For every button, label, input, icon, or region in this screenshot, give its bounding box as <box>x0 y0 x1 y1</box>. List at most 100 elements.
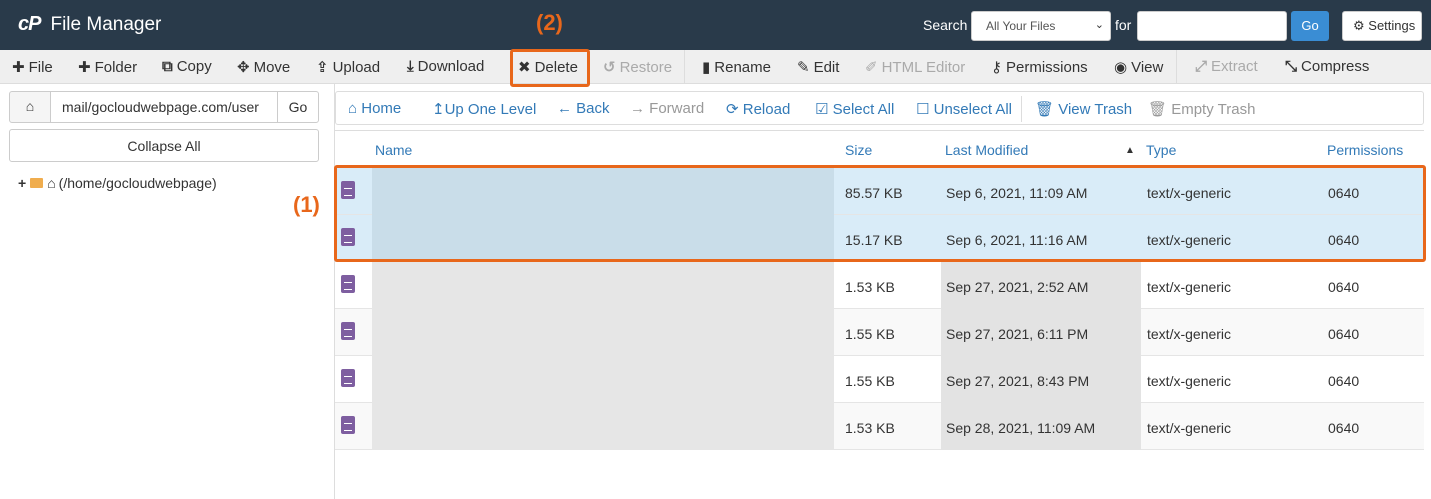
html-editor-label: HTML Editor <box>881 59 966 76</box>
home-icon: ⌂ <box>25 98 35 114</box>
upload-button[interactable]: ⇪ Upload <box>316 58 380 76</box>
extract-button[interactable]: ⤢ Extract <box>1195 58 1258 75</box>
nav-unselect-all-button[interactable]: ☐ Unselect All <box>916 100 1012 118</box>
eye-icon: ◉ <box>1114 59 1128 76</box>
nav-home-button[interactable]: ⌂ Home <box>348 100 401 117</box>
view-label: View <box>1131 59 1164 76</box>
column-name[interactable]: Name <box>375 142 412 158</box>
search-scope-select[interactable]: All Your Files ⌄ <box>971 11 1111 41</box>
compress-button[interactable]: ⤡ Compress <box>1285 58 1369 75</box>
trash-icon: 🗑 <box>1035 101 1059 118</box>
file-modified: Sep 27, 2021, 8:43 PM <box>946 373 1090 389</box>
edit-label: Edit <box>813 59 840 76</box>
path-go-button[interactable]: Go <box>277 91 319 123</box>
file-name-redacted <box>372 403 834 450</box>
gear-icon: ⚙ <box>1353 18 1365 33</box>
nav-select-all-label: Select All <box>832 101 895 118</box>
file-modified: Sep 28, 2021, 11:09 AM <box>946 420 1096 436</box>
move-button[interactable]: ✥ Move <box>237 58 290 76</box>
expand-plus-icon[interactable]: + <box>18 175 26 191</box>
restore-button[interactable]: ↺ Restore <box>603 58 672 76</box>
upload-label: Upload <box>332 59 381 76</box>
nav-back-label: Back <box>576 100 610 117</box>
collapse-all-button[interactable]: Collapse All <box>9 129 319 162</box>
file-permissions: 0640 <box>1328 279 1360 295</box>
nav-reload-button[interactable]: ⟳ Reload <box>726 100 790 118</box>
column-permissions[interactable]: Permissions <box>1327 142 1403 158</box>
nav-empty-trash-label: Empty Trash <box>1171 101 1256 118</box>
table-header: Name Size Last Modified ▲ Type Permissio… <box>335 131 1424 168</box>
file-type: text/x-generic <box>1147 420 1232 436</box>
toolbar-divider <box>1176 50 1177 84</box>
checkbox-checked-icon: ☑ <box>815 101 833 118</box>
tree-root-item[interactable]: + ⌂ (/home/gocloudwebpage) <box>18 175 217 191</box>
toolbar-divider <box>684 50 685 84</box>
settings-button[interactable]: ⚙ Settings <box>1342 11 1422 41</box>
nav-empty-trash-button[interactable]: 🗑 Empty Trash <box>1148 100 1255 118</box>
nav-select-all-button[interactable]: ☑ Select All <box>815 100 894 118</box>
pencil-icon: ✎ <box>797 59 810 76</box>
column-last-modified[interactable]: Last Modified <box>945 142 1028 158</box>
undo-icon: ↺ <box>603 59 616 76</box>
rename-button[interactable]: ▮ Rename <box>702 58 771 76</box>
table-row[interactable]: 1.53 KB Sep 27, 2021, 2:52 AM text/x-gen… <box>335 262 1424 309</box>
file-size: 1.53 KB <box>845 279 895 295</box>
file-type: text/x-generic <box>1147 326 1232 342</box>
nav-back-button[interactable]: ← Back <box>557 100 610 117</box>
file-name-redacted <box>372 262 834 309</box>
html-editor-button[interactable]: ✐ HTML Editor <box>865 58 965 76</box>
column-size[interactable]: Size <box>845 142 872 158</box>
nav-up-one-level-button[interactable]: ↥Up One Level <box>432 100 536 118</box>
file-type: text/x-generic <box>1147 279 1232 295</box>
path-home-button[interactable]: ⌂ <box>9 91 51 123</box>
nav-divider <box>1021 96 1022 122</box>
move-icon: ✥ <box>237 59 250 76</box>
search-input[interactable] <box>1137 11 1287 41</box>
download-label: Download <box>417 58 485 75</box>
nav-view-trash-button[interactable]: 🗑 View Trash <box>1035 100 1132 118</box>
download-icon: ⤓ <box>407 58 414 75</box>
tree-root-label: (/home/gocloudwebpage) <box>58 175 217 191</box>
cpanel-logo[interactable]: cP <box>18 13 41 36</box>
file-permissions: 0640 <box>1328 326 1360 342</box>
rename-label: Rename <box>714 59 771 76</box>
table-row[interactable]: 1.53 KB Sep 28, 2021, 11:09 AM text/x-ge… <box>335 403 1424 450</box>
file-table: Name Size Last Modified ▲ Type Permissio… <box>335 130 1424 450</box>
new-folder-button[interactable]: ✚ Folder <box>78 58 137 76</box>
table-row[interactable]: 1.55 KB Sep 27, 2021, 6:11 PM text/x-gen… <box>335 309 1424 356</box>
search-label: Search <box>923 17 968 33</box>
permissions-label: Permissions <box>1006 59 1088 76</box>
file-size: 1.55 KB <box>845 373 895 389</box>
brand: cP File Manager <box>18 13 161 36</box>
extract-label: Extract <box>1211 58 1258 75</box>
annotation-label-1: (1) <box>293 192 320 217</box>
column-type[interactable]: Type <box>1146 142 1176 158</box>
download-button[interactable]: ⤓ Download <box>407 58 484 75</box>
nav-unselect-all-label: Unselect All <box>933 101 1012 118</box>
search-go-button[interactable]: Go <box>1291 11 1329 41</box>
settings-label: Settings <box>1368 18 1416 33</box>
edit-button[interactable]: ✎ Edit <box>797 58 839 76</box>
file-text-icon <box>341 322 355 340</box>
navigation-bar: ⌂ Home ↥Up One Level ← Back → Forward ⟳ … <box>335 91 1424 125</box>
refresh-icon: ⟳ <box>726 101 743 118</box>
new-file-button[interactable]: ✚ File <box>12 58 53 76</box>
nav-home-label: Home <box>361 100 402 117</box>
plus-icon: ✚ <box>78 59 91 76</box>
permissions-button[interactable]: ⚷ Permissions <box>991 58 1088 76</box>
file-size: 1.53 KB <box>845 420 895 436</box>
view-button[interactable]: ◉ View <box>1114 58 1163 76</box>
table-row[interactable]: 1.55 KB Sep 27, 2021, 8:43 PM text/x-gen… <box>335 356 1424 403</box>
copy-button[interactable]: ⧉ Copy <box>162 58 212 75</box>
file-size: 1.55 KB <box>845 326 895 342</box>
annotation-box-selected-rows <box>334 165 1426 262</box>
app-title: File Manager <box>50 13 162 35</box>
file-permissions: 0640 <box>1328 373 1360 389</box>
nav-forward-label: Forward <box>649 100 705 117</box>
file-modified: Sep 27, 2021, 2:52 AM <box>946 279 1089 295</box>
level-up-icon: ↥ <box>432 101 445 118</box>
annotation-label-2: (2) <box>536 10 563 35</box>
path-input[interactable]: mail/gocloudwebpage.com/user <box>50 91 278 123</box>
nav-forward-button[interactable]: → Forward <box>630 100 704 117</box>
compress-icon: ⤡ <box>1285 58 1298 75</box>
